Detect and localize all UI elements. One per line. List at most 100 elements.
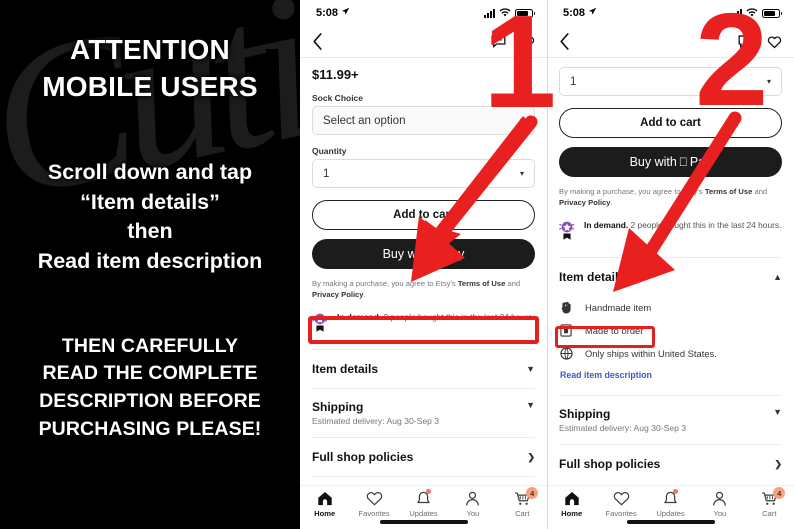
read-item-description-link[interactable]: Read item description (559, 365, 782, 385)
shopping-cart-icon (745, 490, 794, 507)
cellular-signal-icon (484, 8, 495, 18)
bottom-tab-bar-2: Home Favorites Updates You 4 Cart (547, 485, 794, 529)
notification-dot-2 (672, 489, 678, 494)
person-icon (695, 490, 744, 507)
legal-part-e: . (363, 290, 366, 299)
status-indicators-2 (731, 8, 782, 18)
phone-screenshot-1: 5:08 $11.99+ Sock Choice Select an optio… (300, 0, 547, 529)
sock-choice-label: Sock Choice (312, 93, 364, 103)
full-shop-policies-row[interactable]: Full shop policies ❯ (312, 438, 535, 476)
promo-instructions: Scroll down and tap “Item details” then … (8, 158, 292, 277)
add-to-cart-button-2[interactable]: Add to cart (559, 108, 782, 138)
tab-updates-1[interactable]: Updates (399, 489, 448, 518)
bell-icon (399, 490, 448, 507)
home-indicator-1 (379, 520, 468, 524)
tab-favorites-2[interactable]: Favorites (596, 490, 645, 518)
notification-dot-1 (425, 489, 431, 494)
add-to-cart-label-2: Add to cart (640, 117, 701, 129)
tab-cart-1[interactable]: 4 Cart (498, 487, 547, 518)
tab-home-label-1: Home (314, 509, 336, 518)
tab-home-1[interactable]: Home (300, 490, 349, 518)
globe-shipping-icon (559, 347, 573, 360)
in-demand-rest-1: 2 people bought this in the last 24 hour… (381, 312, 535, 322)
location-arrow-icon (588, 7, 597, 19)
promo-heading-line-2: MOBILE USERS (42, 70, 258, 102)
tab-you-2[interactable]: You (695, 490, 744, 518)
location-arrow-icon (341, 7, 350, 19)
tab-cart-label-1: Cart (515, 509, 530, 518)
shipping-accordion-2[interactable]: Shipping Estimated delivery: Aug 30-Sep … (559, 396, 782, 444)
add-to-cart-label: Add to cart (393, 209, 454, 221)
heart-icon (596, 490, 645, 507)
tab-updates-label-1: Updates (409, 509, 438, 518)
product-detail-body-2: 1 ▾ Add to cart Buy with  Pay By making… (547, 67, 794, 247)
shopping-cart-icon (498, 490, 547, 507)
buy-with-apple-pay-button[interactable]: Buy with  Pay (312, 239, 535, 269)
full-shop-policies-row-2[interactable]: Full shop policies ❯ (559, 445, 782, 483)
nav-bar-1 (300, 26, 547, 58)
home-icon (547, 490, 596, 507)
message-bubble-icon[interactable] (738, 35, 753, 48)
chevron-down-icon: ▾ (519, 116, 524, 125)
message-bubble-icon[interactable] (491, 35, 506, 48)
promo-footer-line-3: DESCRIPTION BEFORE (39, 389, 261, 412)
in-demand-bold-2: In demand. (584, 220, 629, 230)
person-icon (448, 490, 497, 507)
tab-you-1[interactable]: You (448, 490, 497, 518)
add-to-cart-button[interactable]: Add to cart (312, 200, 535, 230)
status-time-group: 5:08 (316, 7, 350, 19)
item-details-accordion-2[interactable]: Item details ▲ (559, 258, 782, 296)
detail-row-made-to-order: Made to order (559, 319, 782, 342)
legal-part-c-2: and (752, 187, 768, 196)
quantity-select-2[interactable]: 1 ▾ (559, 67, 782, 96)
terms-of-use-link[interactable]: Terms of Use (458, 279, 506, 288)
sock-choice-select[interactable]: Select an option ▾ (312, 106, 535, 135)
in-demand-banner-1: In demand. 2 people bought this in the l… (312, 311, 535, 339)
item-details-accordion[interactable]: Item details ▼ (312, 350, 535, 388)
back-button[interactable] (559, 33, 570, 50)
tab-home-2[interactable]: Home (547, 490, 596, 518)
legal-part-c: and (505, 279, 521, 288)
legal-part-a: By making a purchase, you agree to Etsy'… (312, 279, 458, 288)
tab-favorites-1[interactable]: Favorites (349, 490, 398, 518)
promo-instruction-line-4: Read item description (37, 248, 263, 273)
tab-you-label-1: You (466, 509, 480, 518)
status-bar-2: 5:08 (547, 0, 794, 26)
quantity-select[interactable]: 1 ▾ (312, 159, 535, 188)
promo-instruction-line-3: then (127, 219, 173, 244)
apple-pay-label: Pay (438, 247, 465, 261)
chevron-down-icon: ▼ (526, 400, 535, 410)
tab-cart-2[interactable]: 4 Cart (745, 487, 794, 518)
promo-footer: THEN CAREFULLY READ THE COMPLETE DESCRIP… (8, 333, 292, 444)
detail-label-handmade: Handmade item (585, 302, 652, 313)
bottom-tab-bar-1: Home Favorites Updates You 4 Cart (300, 485, 547, 529)
promo-footer-line-4: PURCHASING PLEASE! (38, 417, 262, 440)
status-indicators-1 (484, 8, 535, 18)
detail-label-made-to-order: Made to order (585, 325, 644, 336)
shipping-subtitle-2: Estimated delivery: Aug 30-Sep 3 (559, 423, 687, 433)
cellular-signal-icon (731, 8, 742, 18)
shipping-accordion[interactable]: Shipping Estimated delivery: Aug 30-Sep … (312, 389, 535, 437)
chevron-down-icon: ▾ (766, 77, 771, 86)
status-time: 5:08 (316, 7, 339, 19)
status-bar-1: 5:08 (300, 0, 547, 26)
home-icon (300, 490, 349, 507)
promo-heading-line-1: ATTENTION (70, 34, 230, 65)
tab-updates-2[interactable]: Updates (646, 489, 695, 518)
quantity-value: 1 (323, 167, 330, 180)
shipping-title: Shipping (312, 400, 364, 414)
heart-icon[interactable] (767, 35, 782, 49)
apple-pay-label-2: Pay (685, 155, 712, 169)
privacy-policy-link[interactable]: Privacy Policy (312, 290, 364, 299)
chevron-right-icon: ❯ (527, 451, 535, 462)
back-button[interactable] (312, 33, 323, 50)
detail-row-ships-within: Only ships within United States. (559, 342, 782, 365)
privacy-policy-link-2[interactable]: Privacy Policy (559, 198, 611, 207)
battery-icon (762, 8, 782, 18)
shipping-block-2: Shipping Estimated delivery: Aug 30-Sep … (559, 407, 686, 433)
promo-instruction-line-1: Scroll down and tap (47, 159, 253, 184)
heart-icon[interactable] (520, 35, 535, 49)
apple-logo-icon:  (432, 248, 441, 260)
terms-of-use-link-2[interactable]: Terms of Use (705, 187, 753, 196)
buy-with-apple-pay-button-2[interactable]: Buy with  Pay (559, 147, 782, 177)
